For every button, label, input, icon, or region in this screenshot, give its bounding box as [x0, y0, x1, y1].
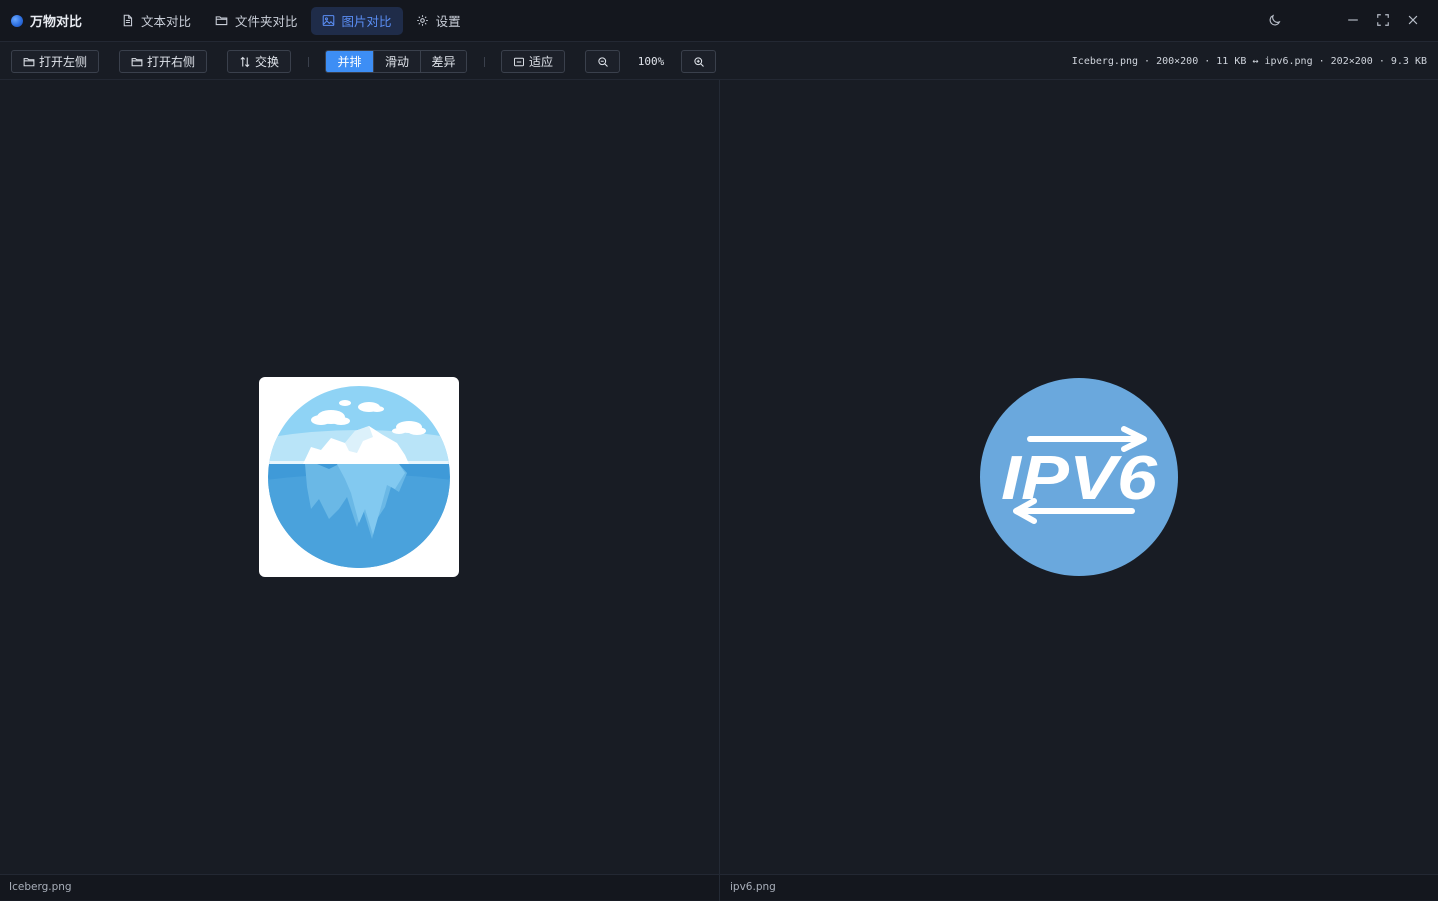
toolbar: 打开左侧 打开右侧 交换 并排 滑动 差异 适应 100% Iceberg.pn…	[0, 42, 1438, 80]
file-info-summary: Iceberg.png · 200×200 · 11 KB ↔ ipv6.png…	[1071, 56, 1427, 67]
minimize-button[interactable]	[1338, 6, 1368, 36]
status-divider	[719, 875, 720, 901]
iceberg-image	[259, 377, 459, 577]
ipv6-logo-text: IPV6	[1001, 444, 1158, 513]
main-nav: 文本对比 文件夹对比 图片对比 设置	[110, 0, 474, 42]
zoom-in-icon	[693, 56, 705, 68]
zoom-out-icon	[597, 56, 609, 68]
fit-button[interactable]: 适应	[501, 50, 565, 73]
right-file-name: ipv6.png	[730, 881, 776, 893]
swap-button[interactable]: 交换	[227, 50, 291, 73]
swap-label: 交换	[254, 55, 279, 69]
left-image-pane[interactable]	[0, 80, 719, 874]
zoom-in-button[interactable]	[681, 50, 716, 73]
ipv6-image: IPV6	[978, 377, 1180, 577]
minimize-icon	[1346, 12, 1360, 31]
moon-icon	[1268, 12, 1282, 31]
swap-icon	[239, 56, 251, 68]
tab-label: 文件夹对比	[235, 14, 298, 29]
tab-image-compare[interactable]: 图片对比	[310, 6, 403, 35]
mode-slide[interactable]: 滑动	[373, 51, 420, 72]
fit-screen-icon	[513, 56, 525, 68]
toolbar-divider	[308, 57, 309, 67]
tab-folder-compare[interactable]: 文件夹对比	[204, 7, 309, 35]
tab-label: 图片对比	[341, 14, 392, 29]
left-file-name: Iceberg.png	[9, 881, 72, 893]
status-bar: Iceberg.png ipv6.png	[0, 874, 1438, 901]
gear-icon	[416, 14, 429, 27]
fit-label: 适应	[528, 55, 553, 69]
mode-side-by-side[interactable]: 并排	[326, 51, 373, 72]
tab-label: 文本对比	[141, 14, 192, 29]
open-right-label: 打开右侧	[146, 55, 195, 69]
folder-icon	[131, 56, 143, 68]
tab-text-compare[interactable]: 文本对比	[110, 7, 202, 35]
app-logo-icon	[11, 14, 23, 27]
close-button[interactable]	[1398, 6, 1428, 36]
image-icon	[322, 14, 335, 27]
mode-diff[interactable]: 差异	[420, 51, 466, 72]
app-name: 万物对比	[30, 15, 83, 30]
open-right-button[interactable]: 打开右侧	[119, 50, 207, 73]
tab-settings[interactable]: 设置	[405, 7, 472, 35]
maximize-button[interactable]	[1368, 6, 1398, 36]
folder-icon	[23, 56, 35, 68]
folder-icon	[215, 14, 228, 27]
open-left-label: 打开左侧	[38, 55, 87, 69]
close-icon	[1406, 12, 1420, 31]
view-mode-switch: 并排 滑动 差异	[325, 50, 467, 73]
open-left-button[interactable]: 打开左侧	[11, 50, 99, 73]
tab-label: 设置	[435, 14, 461, 29]
theme-toggle-button[interactable]	[1260, 6, 1290, 36]
title-bar: 万物对比 文本对比 文件夹对比 图片对比 设置	[0, 0, 1438, 42]
maximize-icon	[1376, 12, 1390, 31]
zoom-level: 100%	[637, 55, 665, 68]
right-image-pane[interactable]: IPV6	[720, 80, 1438, 874]
zoom-out-button[interactable]	[585, 50, 620, 73]
toolbar-divider	[484, 57, 485, 67]
window-controls	[1260, 0, 1438, 42]
document-icon	[121, 14, 134, 27]
